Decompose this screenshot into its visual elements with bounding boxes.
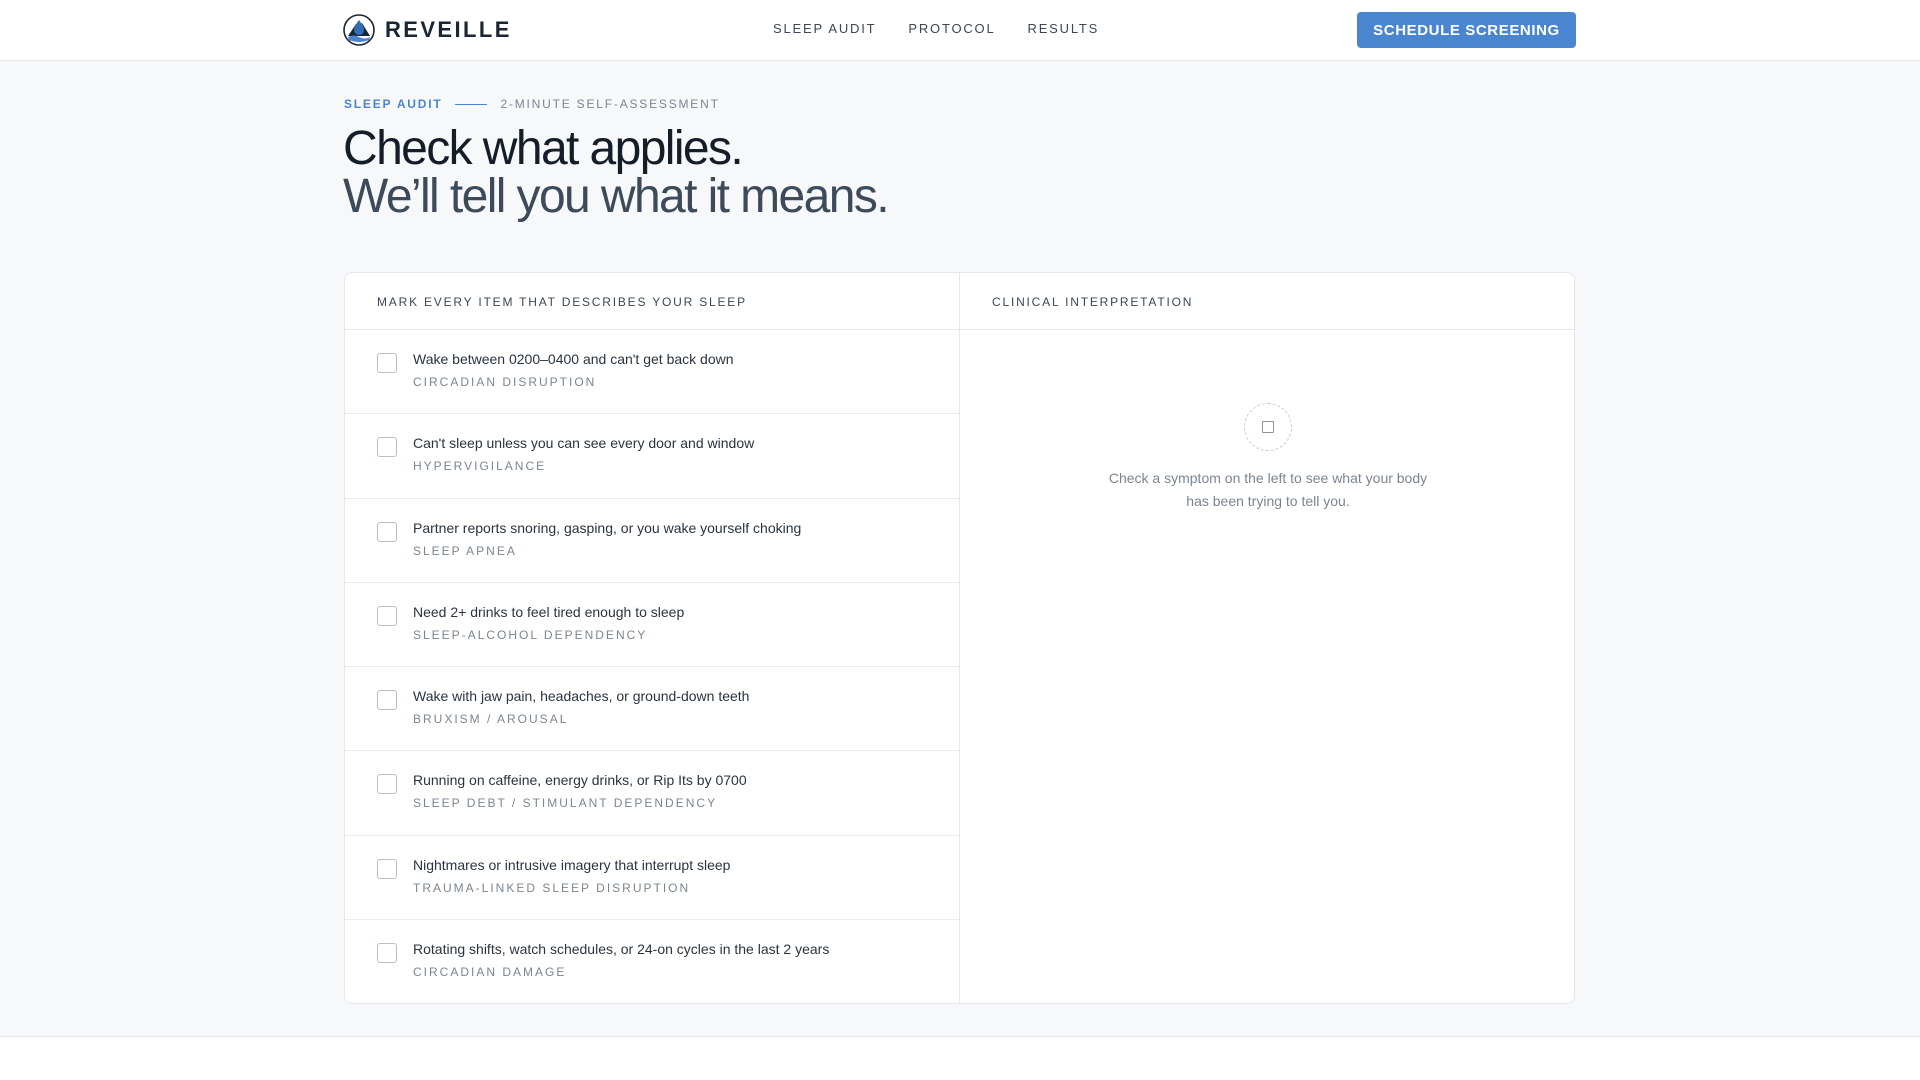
symptom-item[interactable]: Nightmares or intrusive imagery that int… (345, 836, 959, 920)
symptom-tag: CIRCADIAN DISRUPTION (413, 375, 597, 389)
symptom-text: Nightmares or intrusive imagery that int… (413, 856, 731, 873)
symptom-text: Partner reports snoring, gasping, or you… (413, 519, 802, 536)
main-nav: SLEEP AUDIT PROTOCOL RESULTS (773, 21, 1131, 36)
symptom-text: Wake between 0200–0400 and can't get bac… (413, 351, 734, 367)
symptom-item[interactable]: Wake between 0200–0400 and can't get bac… (345, 330, 959, 415)
sleep-audit-card: MARK EVERY ITEM THAT DESCRIBES YOUR SLEE… (344, 272, 1575, 1004)
symptom-item[interactable]: Wake with jaw pain, headaches, or ground… (345, 667, 959, 752)
symptom-tag: HYPERVIGILANCE (413, 459, 547, 474)
interpretation-empty-state: Check a symptom on the left to see what … (960, 403, 1574, 513)
symptom-checkbox[interactable] (377, 437, 397, 458)
symptom-text: Need 2+ drinks to feel tired enough to s… (413, 603, 685, 620)
symptom-checklist-panel: MARK EVERY ITEM THAT DESCRIBES YOUR SLEE… (345, 273, 960, 1003)
eyebrow-divider (455, 103, 488, 105)
symptom-item[interactable]: Running on caffeine, energy drinks, or R… (345, 751, 959, 836)
symptom-item[interactable]: Need 2+ drinks to feel tired enough to s… (345, 583, 959, 667)
symptom-tag: SLEEP-ALCOHOL DEPENDENCY (413, 627, 648, 642)
square-icon (1262, 421, 1274, 433)
eyebrow-subtitle: 2-MINUTE SELF-ASSESSMENT (500, 97, 720, 111)
top-navigation-bar: REVEILLE SLEEP AUDIT PROTOCOL RESULTS SC… (0, 0, 1920, 61)
eyebrow-section-label: SLEEP AUDIT (344, 97, 443, 111)
brand-logo-link[interactable]: REVEILLE (343, 13, 512, 47)
symptom-item[interactable]: Rotating shifts, watch schedules, or 24-… (345, 920, 959, 1003)
page-footer (0, 1036, 1920, 1080)
symptom-tag: CIRCADIAN DAMAGE (413, 964, 567, 979)
symptom-item[interactable]: Can't sleep unless you can see every doo… (345, 414, 959, 499)
dashed-circle-square-icon (1244, 403, 1292, 451)
symptom-checkbox[interactable] (377, 605, 397, 626)
headline-line-2: We’ll tell you what it means. (343, 170, 890, 223)
symptom-tag: BRUXISM / AROUSAL (413, 712, 569, 726)
interpretation-panel: CLINICAL INTERPRETATION Check a symptom … (960, 273, 1574, 1003)
brand-name: REVEILLE (385, 17, 512, 42)
symptom-item[interactable]: Partner reports snoring, gasping, or you… (345, 499, 959, 583)
symptom-text: Wake with jaw pain, headaches, or ground… (413, 688, 750, 704)
symptom-text: Rotating shifts, watch schedules, or 24-… (413, 940, 830, 957)
empty-state-message: Check a symptom on the left to see what … (1108, 470, 1428, 509)
brand-logo-icon (343, 14, 375, 46)
symptom-tag: SLEEP APNEA (413, 543, 517, 558)
symptom-checkbox[interactable] (377, 690, 397, 710)
schedule-screening-button[interactable]: SCHEDULE SCREENING (1357, 12, 1576, 48)
eyebrow: SLEEP AUDIT 2-MINUTE SELF-ASSESSMENT (344, 97, 720, 111)
symptom-checkbox[interactable] (377, 858, 397, 879)
interpretation-heading: CLINICAL INTERPRETATION (960, 273, 1574, 330)
symptom-text: Running on caffeine, energy drinks, or R… (413, 772, 747, 789)
symptom-checkbox[interactable] (377, 353, 397, 373)
symptom-checkbox[interactable] (377, 774, 397, 795)
symptom-checkbox[interactable] (377, 521, 397, 542)
nav-sleep-audit[interactable]: SLEEP AUDIT (773, 21, 876, 36)
checklist-heading: MARK EVERY ITEM THAT DESCRIBES YOUR SLEE… (345, 273, 959, 330)
nav-results[interactable]: RESULTS (1028, 21, 1100, 36)
page-headline: Check what applies. We’ll tell you what … (343, 122, 890, 223)
symptom-tag: SLEEP DEBT / STIMULANT DEPENDENCY (413, 796, 718, 811)
symptom-tag: TRAUMA-LINKED SLEEP DISRUPTION (413, 880, 691, 895)
symptom-checkbox[interactable] (377, 942, 397, 963)
headline-line-1: Check what applies. (343, 122, 744, 175)
nav-protocol[interactable]: PROTOCOL (908, 21, 995, 36)
symptom-text: Can't sleep unless you can see every doo… (413, 435, 755, 452)
